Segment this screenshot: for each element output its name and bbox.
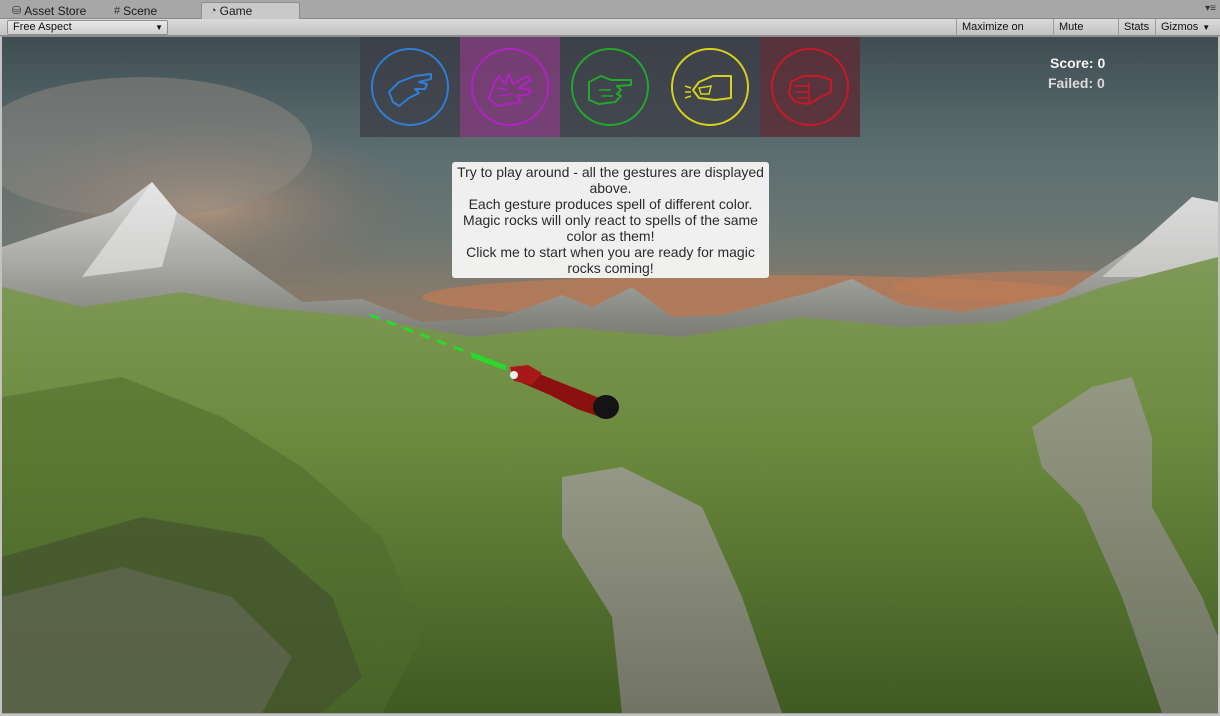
gesture-spread-fingers[interactable] (460, 37, 560, 137)
tab-asset-store-label: Asset Store (24, 3, 87, 18)
tab-game-label: Game (219, 4, 253, 18)
fist-icon (771, 48, 849, 126)
start-instructions-button[interactable]: Try to play around - all the gestures ar… (452, 162, 769, 278)
open-palm-icon (371, 48, 449, 126)
failed-label: Failed: 0 (1048, 75, 1105, 91)
gesture-pointing[interactable] (560, 37, 660, 137)
pointing-hand-icon (571, 48, 649, 126)
instruction-line: Click me to start when you are ready for… (466, 244, 755, 276)
maximize-on-play-toggle[interactable]: Maximize on Play (956, 19, 1053, 49)
instruction-line: Try to play around - all the gestures ar… (457, 164, 764, 196)
chevron-down-icon: ▼ (1202, 23, 1211, 32)
editor-tab-strip: ⛁ Asset Store # Scene ◔ Game ▾≡ (0, 0, 1220, 19)
aspect-dropdown[interactable]: Free Aspect ▼ (7, 20, 168, 35)
mute-audio-toggle[interactable]: Mute audio (1053, 19, 1118, 49)
stats-toggle[interactable]: Stats (1118, 19, 1155, 36)
gizmos-dropdown[interactable]: Gizmos ▼ (1155, 19, 1216, 36)
tab-scene-label: Scene (123, 3, 158, 18)
terrain-scene (2, 37, 1218, 713)
spread-fingers-icon (471, 48, 549, 126)
gizmos-label: Gizmos (1161, 21, 1199, 33)
gesture-open-palm[interactable] (360, 37, 460, 137)
gesture-strip (360, 37, 860, 137)
game-view-toolbar: Free Aspect ▼ Maximize on Play Mute audi… (0, 19, 1220, 49)
grid-icon: # (114, 4, 121, 17)
gesture-fist[interactable] (760, 37, 860, 137)
game-viewport[interactable]: Score: 0 Failed: 0 Try to play around - … (2, 37, 1218, 713)
pinch-hand-icon (671, 48, 749, 126)
chevron-down-icon: ▼ (155, 23, 163, 32)
tab-scene[interactable]: # Scene (106, 2, 198, 19)
tab-menu-icon[interactable]: ▾≡ (1205, 3, 1216, 14)
aspect-dropdown-value: Free Aspect (13, 21, 72, 33)
pacman-icon: ◔ (210, 5, 217, 17)
instruction-line: Magic rocks will only react to spells of… (463, 212, 758, 244)
asset-store-icon: ⛁ (12, 5, 22, 17)
score-label: Score: 0 (1050, 55, 1106, 71)
instruction-line: Each gesture produces spell of different… (468, 196, 753, 212)
tab-asset-store[interactable]: ⛁ Asset Store (4, 2, 104, 19)
gesture-pinch[interactable] (660, 37, 760, 137)
tab-game[interactable]: ◔ Game (201, 2, 300, 19)
